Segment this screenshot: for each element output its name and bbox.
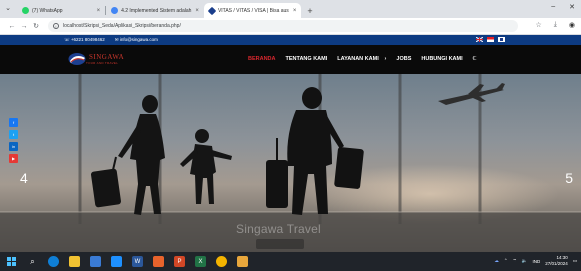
chrome-icon[interactable] (216, 256, 227, 267)
folder-icon[interactable] (237, 256, 248, 267)
site-logo[interactable]: SINGAWA TOUR AND TRAVEL (68, 52, 124, 66)
contact-phone[interactable]: ☏ +6221 80498462 (64, 37, 105, 43)
download-icon[interactable]: ⤓ (554, 21, 557, 29)
app-icon[interactable] (153, 256, 164, 267)
language-flag-icon[interactable] (498, 37, 505, 42)
whatsapp-icon (22, 7, 29, 14)
tab-whatsapp[interactable]: (7) WhatsApp × (17, 3, 105, 18)
file-explorer-icon[interactable] (69, 256, 80, 267)
powerpoint-icon[interactable]: P (174, 256, 185, 267)
language-flags (476, 37, 505, 42)
windows-start-icon[interactable] (6, 256, 17, 267)
traveler-man-silhouette (266, 87, 364, 215)
nav-tentang-kami[interactable]: TENTANG KAMI (286, 56, 328, 62)
tab-vitas-active[interactable]: VITAS / VITAS / VISA | Bisa aus × (203, 3, 302, 18)
clock-date: 27/01/2024 (545, 261, 568, 266)
nav-beranda[interactable]: BERANDA (248, 56, 276, 62)
google-icon (111, 7, 119, 14)
youtube-icon[interactable]: ▶ (9, 154, 18, 163)
contact-email[interactable]: ✉ info@singawa.com (115, 37, 158, 43)
mail-icon[interactable] (111, 256, 122, 267)
slide-prev-number[interactable]: 4 (20, 170, 28, 186)
forward-icon[interactable]: → (18, 23, 30, 30)
profile-icon[interactable]: ◉ (569, 21, 575, 29)
site-favicon-icon (207, 6, 217, 15)
notification-icon[interactable]: ▭ (573, 258, 577, 264)
weather-icon[interactable]: ☁ (494, 258, 499, 264)
tab-label: VITAS / VITAS / VISA | Bisa aus (217, 7, 289, 14)
close-tab-icon[interactable]: × (293, 8, 297, 14)
plus-icon[interactable]: + (307, 6, 312, 16)
word-icon[interactable]: W (132, 256, 143, 267)
reload-icon[interactable]: ↻ (30, 22, 42, 30)
volume-icon[interactable]: 🔈 (522, 258, 528, 264)
back-icon[interactable]: ← (6, 23, 18, 30)
site-info-icon[interactable]: i (53, 23, 59, 29)
close-icon[interactable]: ✕ (569, 3, 575, 11)
system-tray: ☁ ⌃ ⌔ 🔈 IND 14:30 27/01/2024 ▭ (494, 255, 577, 267)
tab-implemented[interactable]: 4.2 Implemented Sistem adalah × (106, 3, 204, 18)
edge-icon[interactable] (48, 256, 59, 267)
browser-toolbar: ← → ↻ i localhost/Skripsi_Seda/Aplikasi_… (0, 18, 581, 35)
browser-tabstrip: ⌄ (7) WhatsApp × 4.2 Implemented Sistem … (0, 0, 581, 18)
tab-search-icon[interactable]: ⌄ (3, 4, 13, 14)
address-bar[interactable]: i localhost/Skripsi_Seda/Aplikasi_Skrips… (48, 20, 518, 32)
logo-swoosh-icon (68, 53, 86, 65)
traveler-child-silhouette (180, 129, 232, 204)
nav-jobs[interactable]: JOBS (396, 56, 411, 62)
toolbar-actions: ☆ ⤓ ◉ (536, 21, 576, 29)
star-icon[interactable]: ☆ (536, 21, 542, 29)
chevron-up-icon[interactable]: ⌃ (504, 258, 508, 264)
site-contact-bar: ☏ +6221 80498462 ✉ info@singawa.com (0, 35, 581, 45)
language-indicator[interactable]: IND (532, 259, 540, 264)
address-text[interactable]: localhost/Skripsi_Seda/Aplikasi_Skripsi/… (63, 23, 181, 29)
slide-next-number[interactable]: 5 (565, 170, 573, 186)
window-controls: – ✕ (551, 3, 575, 11)
hero-caption: Singawa Travel (236, 222, 321, 236)
logo-name: SINGAWA (89, 52, 125, 61)
twitter-icon[interactable]: t (9, 130, 18, 139)
minimize-icon[interactable]: – (551, 3, 555, 11)
linkedin-icon[interactable]: in (9, 142, 18, 151)
network-icon[interactable]: ⌔ (513, 258, 517, 264)
main-nav: BERANDA TENTANG KAMI LAYANAN KAMI ⠀› JOB… (248, 56, 487, 62)
search-icon[interactable]: ⌕ (27, 256, 38, 267)
nav-layanan-kami[interactable]: LAYANAN KAMI ⠀› (337, 56, 386, 62)
tab-label: (7) WhatsApp (32, 7, 63, 14)
site-header: SINGAWA TOUR AND TRAVEL BERANDA TENTANG … (0, 45, 581, 74)
nav-hubungi-kami[interactable]: HUBUNGI KAMI (421, 56, 462, 62)
indonesia-flag-icon[interactable] (487, 37, 494, 42)
logo-tagline: TOUR AND TRAVEL (86, 60, 119, 65)
close-tab-icon[interactable]: × (195, 8, 199, 14)
traveler-woman-silhouette (91, 95, 165, 215)
nav-extra[interactable]: ℂ (473, 56, 477, 62)
store-icon[interactable] (90, 256, 101, 267)
social-share-bar: f t in ▶ (9, 118, 18, 163)
uk-flag-icon[interactable] (476, 37, 483, 42)
facebook-icon[interactable]: f (9, 118, 18, 127)
hero-cta-button[interactable] (256, 239, 304, 249)
hero-slider: f t in ▶ 4 5 Singawa Travel (0, 74, 581, 252)
airplane-icon (438, 83, 505, 105)
close-tab-icon[interactable]: × (97, 8, 101, 14)
windows-taskbar: ⌕ W P X ☁ ⌃ ⌔ 🔈 IND 14:30 27/01/2024 ▭ (0, 252, 581, 271)
tab-label: 4.2 Implemented Sistem adalah (121, 7, 192, 14)
excel-icon[interactable]: X (195, 256, 206, 267)
clock[interactable]: 14:30 27/01/2024 (545, 255, 568, 267)
